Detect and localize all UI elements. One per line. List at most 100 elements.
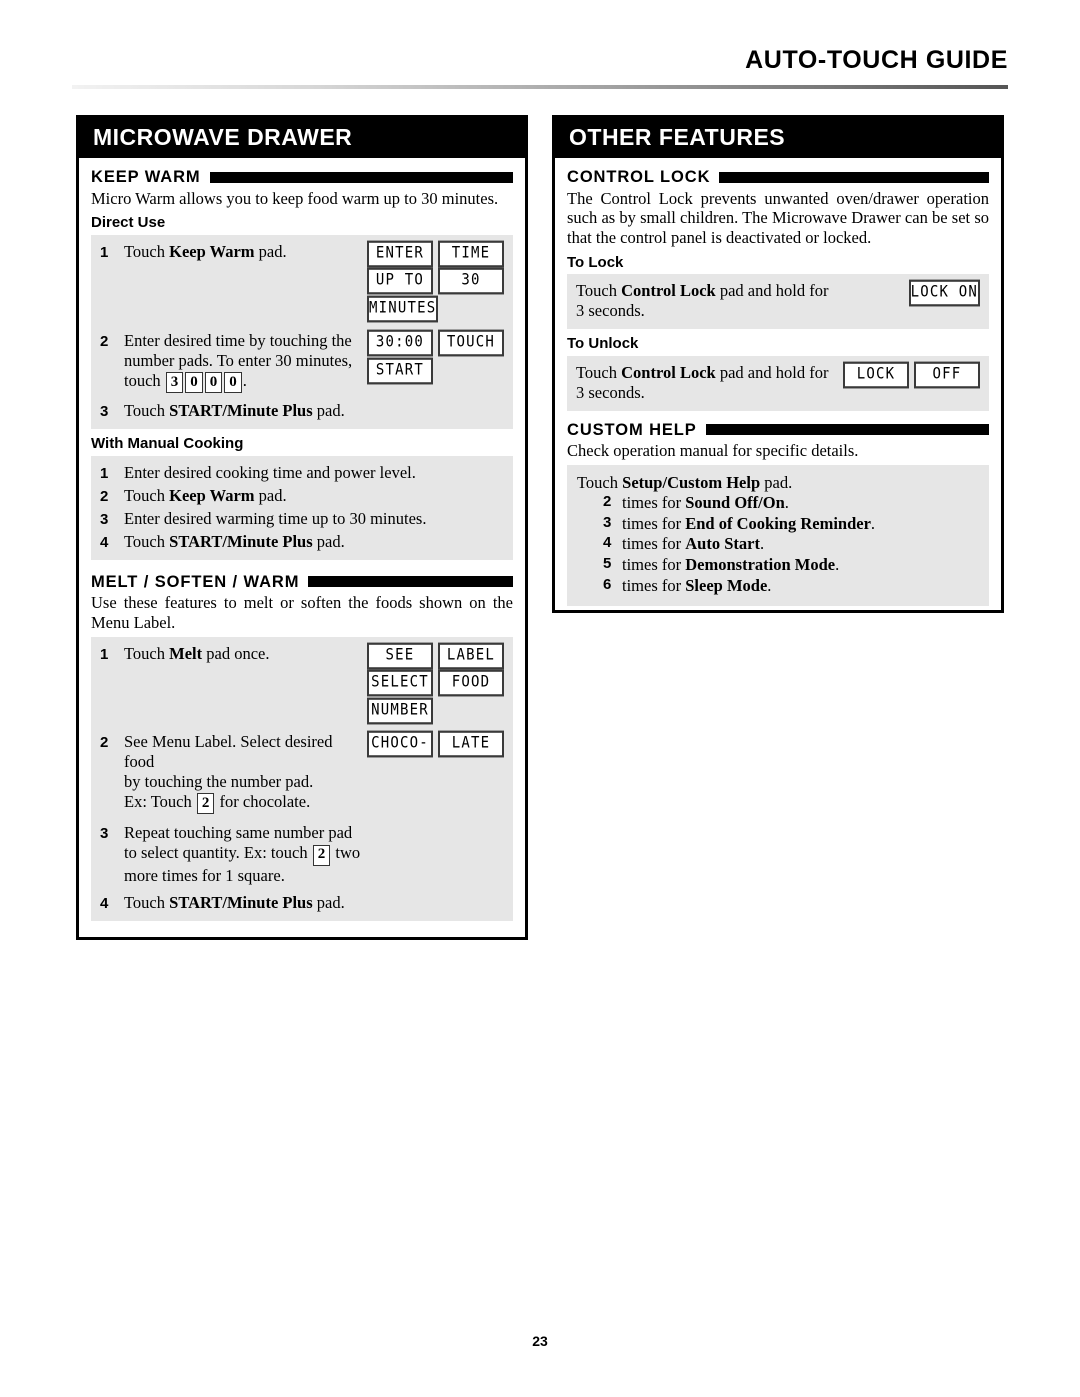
custom-help-item-count: 6 [603, 575, 612, 593]
lcd-cluster: 30:00 TOUCH START [361, 329, 504, 384]
step-text-post: pad. [312, 401, 345, 421]
step-number: 1 [100, 243, 109, 261]
step-text: Touch Melt pad once. [124, 644, 361, 664]
lcd-display-box: SELECT [367, 669, 433, 697]
step-item: 3 Touch START/Minute Plus pad. [100, 401, 504, 421]
step-text: Enter desired cooking time and power lev… [124, 463, 504, 483]
lcd-display-box: SEE [367, 642, 433, 669]
number-key[interactable]: 0 [204, 372, 223, 394]
step-text-post: pad and hold for [715, 362, 829, 382]
step-text-bold: Control Lock [621, 362, 716, 382]
step-number: 3 [100, 825, 109, 843]
step-text: Touch Keep Warm pad. [124, 242, 361, 262]
custom-help-item-post: . [767, 575, 772, 595]
custom-help-lead-bold: Setup/Custom Help [622, 473, 761, 492]
step-item: 2 Touch Keep Warm pad. [100, 486, 504, 506]
lcd-display-box: UP TO [367, 268, 433, 295]
step-text-line1: Repeat touching same number pad [124, 823, 353, 843]
step-text-line3: Ex: Touch 2 for chocolate. [124, 792, 361, 815]
step-text-line1: See Menu Label. Select desired food [124, 731, 333, 771]
steps-melt-soften-warm: 1 Touch Melt pad once. SEE LABEL SELECT … [91, 636, 513, 922]
lcd-display-box: OFF [914, 361, 980, 388]
lcd-display-box: LABEL [438, 642, 504, 669]
step-text-post: pad. [254, 241, 287, 261]
step-text-pre: Touch [124, 241, 170, 261]
lcd-display-box: 30:00 [367, 329, 433, 356]
step-text-pre: Touch [124, 401, 170, 421]
custom-help-item-text: times for Sound Off/On. [622, 493, 789, 514]
step-item: 1 Touch Melt pad once. SEE LABEL SELECT … [100, 642, 504, 725]
step-text-bold: Keep Warm [169, 241, 255, 261]
panel-title-other-features: OTHER FEATURES [555, 118, 1001, 158]
step-text: Touch START/Minute Plus pad. [124, 532, 504, 552]
number-key[interactable]: 2 [312, 844, 331, 866]
step-text-pre: Touch [124, 485, 170, 505]
custom-help-item-text: times for Auto Start. [622, 534, 764, 555]
section-rule-bar [308, 576, 513, 588]
step-item: 3 Repeat touching same number pad to sel… [100, 823, 504, 885]
step-text-line2: 3 seconds. [576, 301, 645, 321]
section-label-melt-soften-warm: MELT / SOFTEN / WARM [91, 572, 300, 591]
lcd-display-box: TIME [438, 240, 504, 267]
panel-body-microwave-drawer: KEEP WARM Micro Warm allows you to keep … [79, 158, 525, 935]
custom-help-list-block: Touch Setup/Custom Help pad. 2 times for… [567, 465, 989, 606]
step-text-line2-pre: to select quantity. Ex: touch [124, 843, 312, 862]
step-item: 2 See Menu Label. Select desired food by… [100, 730, 504, 815]
page-number: 23 [532, 1333, 548, 1349]
step-text-post: pad. [312, 893, 345, 913]
step-item: Touch Control Lock pad and hold for 3 se… [576, 279, 980, 321]
custom-help-item-text: times for Demonstration Mode. [622, 555, 839, 576]
step-text-line1: Touch Control Lock pad and hold for [576, 363, 837, 383]
step-text-bold: Keep Warm [169, 485, 255, 505]
page-title: AUTO-TOUCH GUIDE [745, 46, 1008, 74]
lcd-cluster: LOCK ON [903, 279, 980, 307]
number-key[interactable]: 2 [196, 793, 215, 815]
step-text-line3: touch 3000. [124, 371, 361, 394]
lcd-display-box: ENTER [367, 240, 433, 267]
step-number: 3 [100, 510, 109, 528]
step-text-line2: 3 seconds. [576, 382, 645, 402]
custom-help-item-bold: End of Cooking Reminder [685, 513, 871, 533]
custom-help-item-post: . [784, 492, 789, 512]
step-text: Touch Control Lock pad and hold for 3 se… [576, 363, 837, 403]
custom-help-item: 3 times for End of Cooking Reminder. [577, 514, 979, 535]
step-text-post: pad once. [202, 643, 270, 663]
lcd-display-box: TOUCH [438, 329, 504, 356]
step-number: 4 [100, 895, 109, 913]
step-text-line1: Touch Control Lock pad and hold for [576, 281, 903, 301]
custom-help-item-count: 2 [603, 492, 612, 510]
sub-heading-to-unlock: To Unlock [567, 335, 639, 353]
number-key[interactable]: 0 [224, 372, 242, 394]
number-key[interactable]: 0 [185, 372, 203, 394]
custom-help-item-post: . [870, 513, 876, 533]
step-text: Enter desired time by touching the numbe… [124, 330, 361, 394]
step-item: 2 Enter desired time by touching the num… [100, 329, 504, 394]
custom-help-item-text: times for End of Cooking Reminder. [622, 514, 875, 535]
lcd-display-box: LOCK [843, 361, 909, 388]
lcd-display-box: MINUTES [367, 295, 439, 323]
step-text-pre: Touch [576, 362, 622, 382]
panel-body-other-features: CONTROL LOCK The Control Lock prevents u… [555, 158, 1001, 616]
lcd-display-box: 30 [438, 268, 504, 295]
control-lock-intro: The Control Lock prevents unwanted oven/… [567, 188, 989, 248]
custom-help-item: 5 times for Demonstration Mode. [577, 555, 979, 576]
panel-microwave-drawer: MICROWAVE DRAWER KEEP WARM Micro Warm al… [76, 115, 528, 940]
section-header-control-lock: CONTROL LOCK [567, 169, 989, 186]
number-key[interactable]: 3 [165, 372, 184, 394]
sub-heading-direct-use: Direct Use [91, 214, 166, 232]
step-item: 3 Enter desired warming time up to 30 mi… [100, 509, 504, 529]
step-text-pre: Enter desired cooking time and power lev… [124, 462, 416, 482]
custom-help-item-pre: times for [622, 513, 686, 533]
step-text-post: pad. [254, 485, 287, 505]
step-text-line1: Enter desired time by touching the [124, 330, 352, 350]
custom-help-item: 2 times for Sound Off/On. [577, 493, 979, 514]
section-rule-bar [705, 424, 989, 436]
custom-help-item-pre: times for [622, 575, 686, 595]
step-text-post: pad and hold for [715, 281, 829, 301]
custom-help-lead-post: pad. [760, 473, 793, 492]
lcd-cluster: SEE LABEL SELECT FOOD NUMBER [361, 642, 504, 725]
step-text-post: pad. [312, 531, 345, 551]
melt-soften-warm-intro: Use these features to melt or soften the… [91, 593, 513, 632]
custom-help-intro: Check operation manual for specific deta… [567, 441, 859, 461]
lcd-cluster: CHOCO- LATE [361, 730, 504, 757]
